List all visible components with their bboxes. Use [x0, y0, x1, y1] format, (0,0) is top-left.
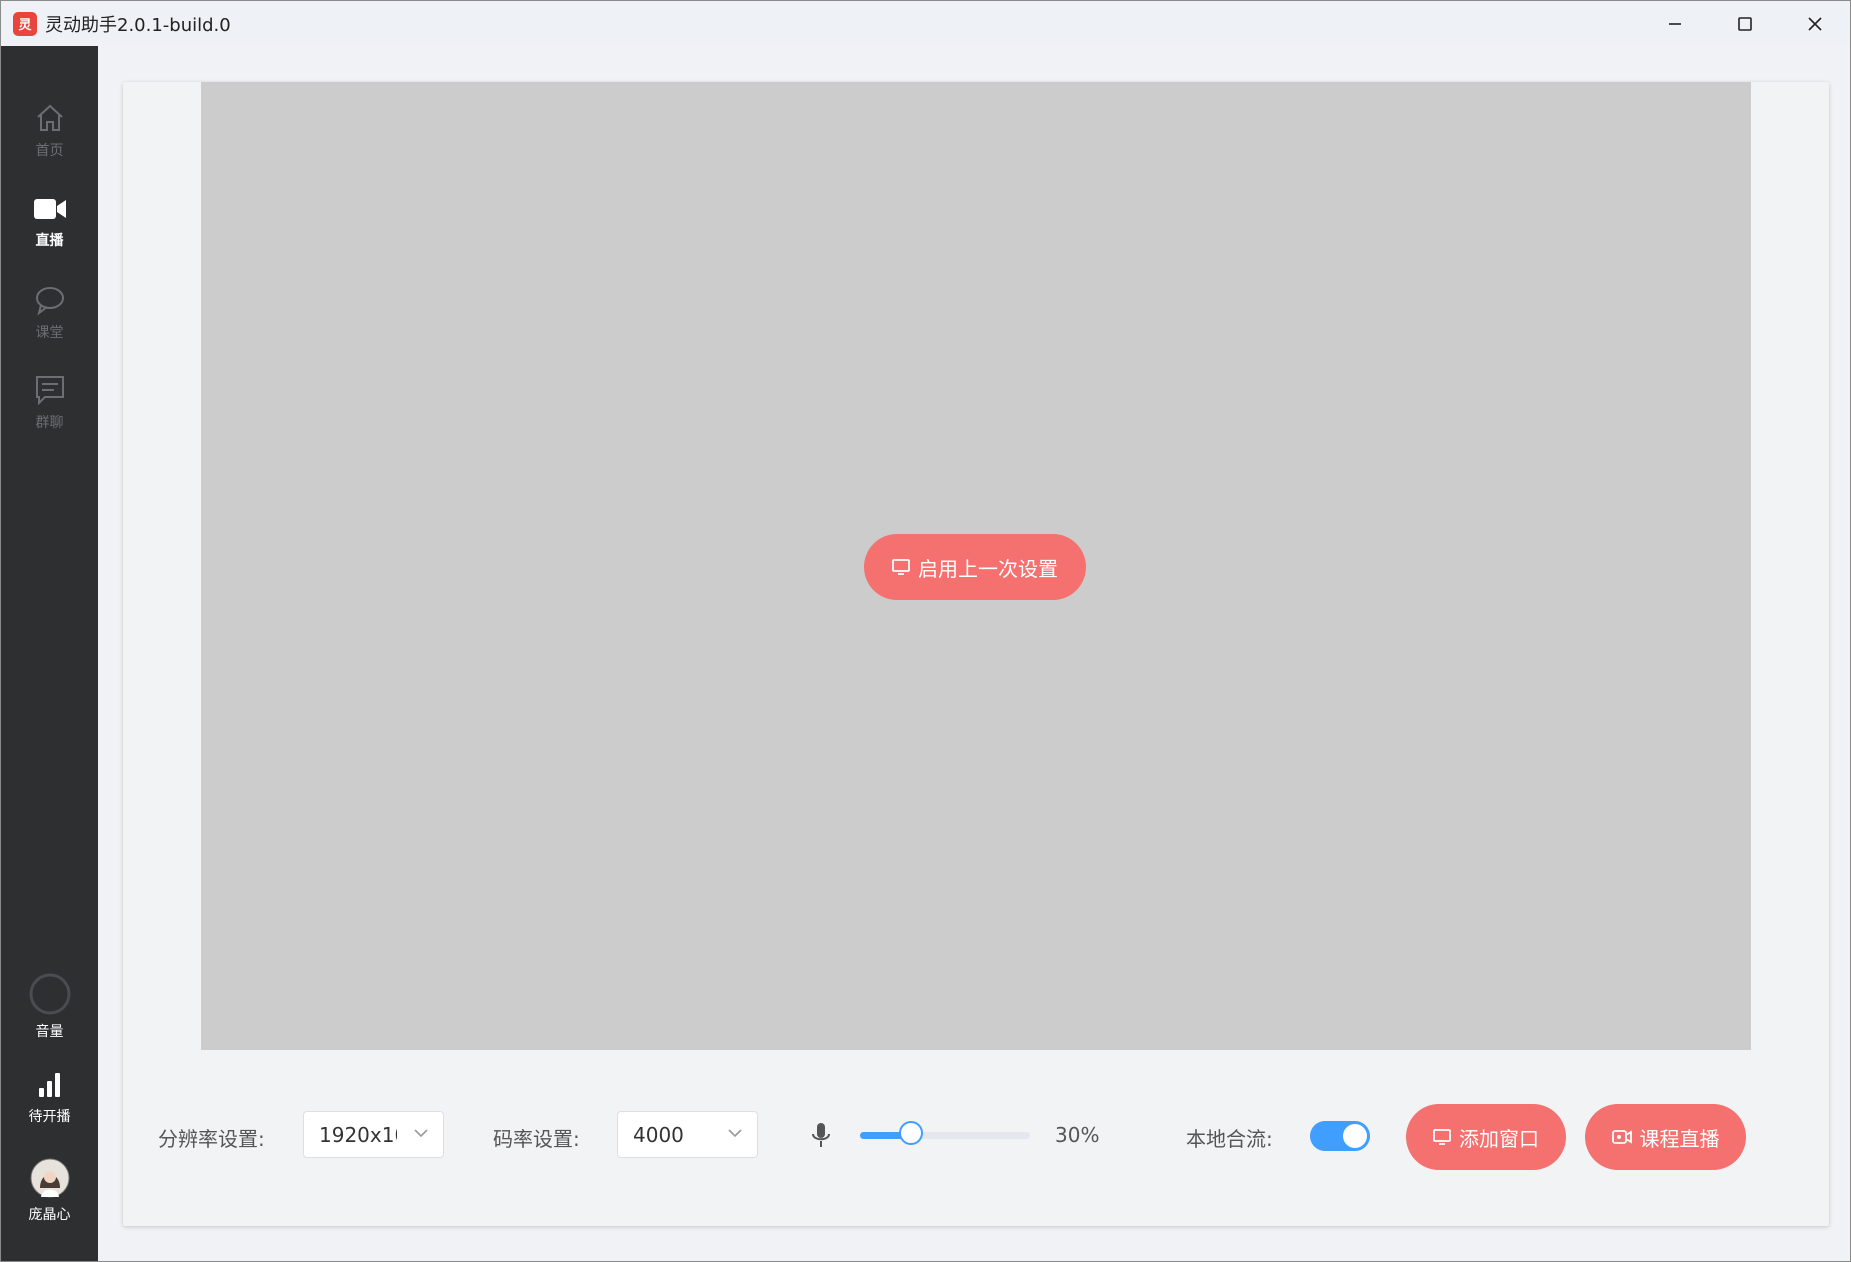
bitrate-value: 4000	[633, 1122, 684, 1147]
resolution-label: 分辨率设置:	[158, 1127, 265, 1151]
local-mix-label: 本地合流:	[1186, 1127, 1273, 1151]
microphone-icon	[812, 1123, 830, 1147]
chat-bubble-icon	[35, 287, 64, 316]
monitor-icon	[1433, 1129, 1451, 1145]
close-button[interactable]	[1780, 1, 1850, 46]
maximize-button[interactable]	[1710, 1, 1780, 46]
message-list-icon	[35, 376, 64, 406]
bitrate-label: 码率设置:	[493, 1127, 580, 1151]
sidebar-item-group-chat[interactable]: 群聊	[1, 374, 98, 432]
minimize-icon	[1669, 22, 1681, 25]
toggle-knob	[1343, 1124, 1367, 1148]
sidebar-item-label: 待开播	[28, 1109, 71, 1125]
title-bar: 灵 灵动助手2.0.1-build.0	[1, 1, 1850, 46]
add-window-button[interactable]: 添加窗口	[1406, 1104, 1566, 1170]
resume-last-settings-button[interactable]: 启用上一次设置	[864, 534, 1086, 600]
resume-last-settings-label: 启用上一次设置	[918, 556, 1058, 581]
maximize-icon	[1738, 16, 1752, 31]
video-record-icon	[1611, 1130, 1632, 1144]
video-camera-icon	[33, 199, 66, 219]
resolution-select[interactable]: 1920x1080	[303, 1111, 444, 1158]
sidebar: 首页 直播 课堂 群聊 音量 待开播 庞晶心	[1, 46, 98, 1261]
sidebar-item-label: 音量	[35, 1024, 64, 1040]
sidebar-item-home[interactable]: 首页	[1, 102, 98, 160]
avatar	[30, 1158, 69, 1198]
window-title: 灵动助手2.0.1-build.0	[45, 14, 231, 36]
sidebar-item-user[interactable]: 庞晶心	[1, 1158, 98, 1224]
video-preview: 启用上一次设置	[201, 82, 1751, 1050]
sidebar-item-label: 直播	[35, 233, 64, 249]
live-settings-card: 启用上一次设置 分辨率设置: 1920x1080 码率设置: 4000 30% …	[123, 82, 1829, 1226]
app-logo-icon: 灵	[13, 11, 37, 36]
volume-meter-icon	[29, 973, 70, 1015]
mic-volume-slider[interactable]	[860, 1121, 1030, 1145]
chevron-down-icon	[728, 1129, 742, 1138]
sidebar-item-label: 课堂	[35, 325, 64, 341]
course-live-button[interactable]: 课程直播	[1585, 1104, 1746, 1170]
resolution-value: 1920x1080	[319, 1122, 397, 1147]
signal-bars-icon	[38, 1073, 60, 1097]
home-icon	[36, 104, 63, 131]
add-window-label: 添加窗口	[1459, 1126, 1539, 1151]
user-name: 庞晶心	[28, 1207, 71, 1223]
app-window: 灵 灵动助手2.0.1-build.0 首页 直播 课堂 群聊 音量 待开播 庞…	[0, 0, 1851, 1262]
sidebar-item-label: 群聊	[35, 415, 64, 431]
sidebar-item-volume[interactable]: 音量	[1, 973, 98, 1041]
window-controls	[1640, 1, 1850, 46]
sidebar-item-live[interactable]: 直播	[1, 194, 98, 250]
monitor-icon	[892, 559, 910, 575]
sidebar-item-classroom[interactable]: 课堂	[1, 284, 98, 342]
bitrate-select[interactable]: 4000	[617, 1111, 758, 1158]
sidebar-item-label: 首页	[35, 143, 64, 159]
course-live-label: 课程直播	[1639, 1126, 1720, 1151]
mic-volume-value: 30%	[1055, 1123, 1100, 1147]
close-icon	[1808, 16, 1822, 31]
local-mix-toggle[interactable]	[1310, 1121, 1370, 1151]
minimize-button[interactable]	[1640, 1, 1710, 46]
chevron-down-icon	[414, 1129, 428, 1138]
sidebar-item-broadcast-status[interactable]: 待开播	[1, 1070, 98, 1126]
mic-volume-handle[interactable]	[899, 1121, 923, 1145]
